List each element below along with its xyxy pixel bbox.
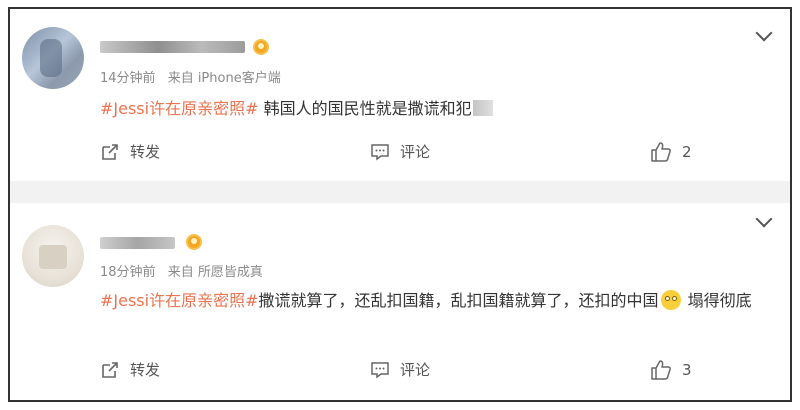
comment-text: #Jessi许在原亲密照# 韩国人的国民性就是撒谎和犯: [100, 95, 770, 123]
comment-source: 来自 iPhone客户端: [167, 71, 281, 86]
repost-button[interactable]: 转发: [100, 359, 160, 380]
vip-badge-icon: [253, 39, 269, 55]
like-button[interactable]: 3: [650, 359, 692, 381]
comment-panel: 14分钟前 来自 iPhone客户端 #Jessi许在原亲密照# 韩国人的国民性…: [8, 7, 792, 402]
hashtag-link[interactable]: #Jessi许在原亲密照#: [100, 99, 259, 118]
rolling-eyes-emoji: [660, 290, 681, 310]
comment-button[interactable]: 评论: [370, 359, 430, 380]
thumbs-up-icon: [650, 141, 672, 163]
chevron-down-icon[interactable]: [755, 24, 773, 42]
comment-meta: 14分钟前 来自 iPhone客户端: [100, 67, 281, 86]
comment-body: 撒谎就算了，还乱扣国籍，乱扣国籍就算了，还扣的中国: [258, 291, 659, 310]
comment-label: 评论: [400, 143, 431, 161]
repost-icon: [100, 360, 120, 380]
like-count: 2: [682, 143, 692, 161]
comment-label: 评论: [400, 361, 431, 379]
avatar[interactable]: [22, 27, 84, 89]
repost-label: 转发: [130, 143, 161, 161]
username-blurred[interactable]: [100, 237, 175, 249]
like-button[interactable]: 2: [650, 141, 692, 163]
comment-icon: [370, 142, 390, 162]
comment-meta: 18分钟前 来自 所愿皆成真: [100, 261, 263, 280]
comment-time: 18分钟前: [100, 265, 156, 280]
comment-card-1: 14分钟前 来自 iPhone客户端 #Jessi许在原亲密照# 韩国人的国民性…: [10, 9, 790, 181]
repost-label: 转发: [130, 361, 161, 379]
thumbs-up-icon: [650, 359, 672, 381]
like-count: 3: [682, 361, 692, 379]
hashtag-link[interactable]: #Jessi许在原亲密照#: [100, 291, 259, 310]
avatar[interactable]: [22, 225, 84, 287]
comment-body-continued: 塌得彻底: [682, 291, 752, 310]
comment-button[interactable]: 评论: [370, 141, 430, 162]
comment-time: 14分钟前: [100, 71, 156, 86]
comment-body: 韩国人的国民性就是撒谎和犯: [258, 99, 472, 118]
comment-text: #Jessi许在原亲密照#撒谎就算了，还乱扣国籍，乱扣国籍就算了，还扣的中国 塌…: [100, 287, 770, 315]
vip-badge-icon: [186, 234, 202, 250]
repost-button[interactable]: 转发: [100, 141, 160, 162]
comment-icon: [370, 360, 390, 380]
repost-icon: [100, 142, 120, 162]
redacted-text: [472, 100, 493, 116]
comment-separator: [10, 181, 790, 203]
comment-source: 来自 所愿皆成真: [167, 265, 263, 280]
username-blurred[interactable]: [100, 41, 245, 53]
